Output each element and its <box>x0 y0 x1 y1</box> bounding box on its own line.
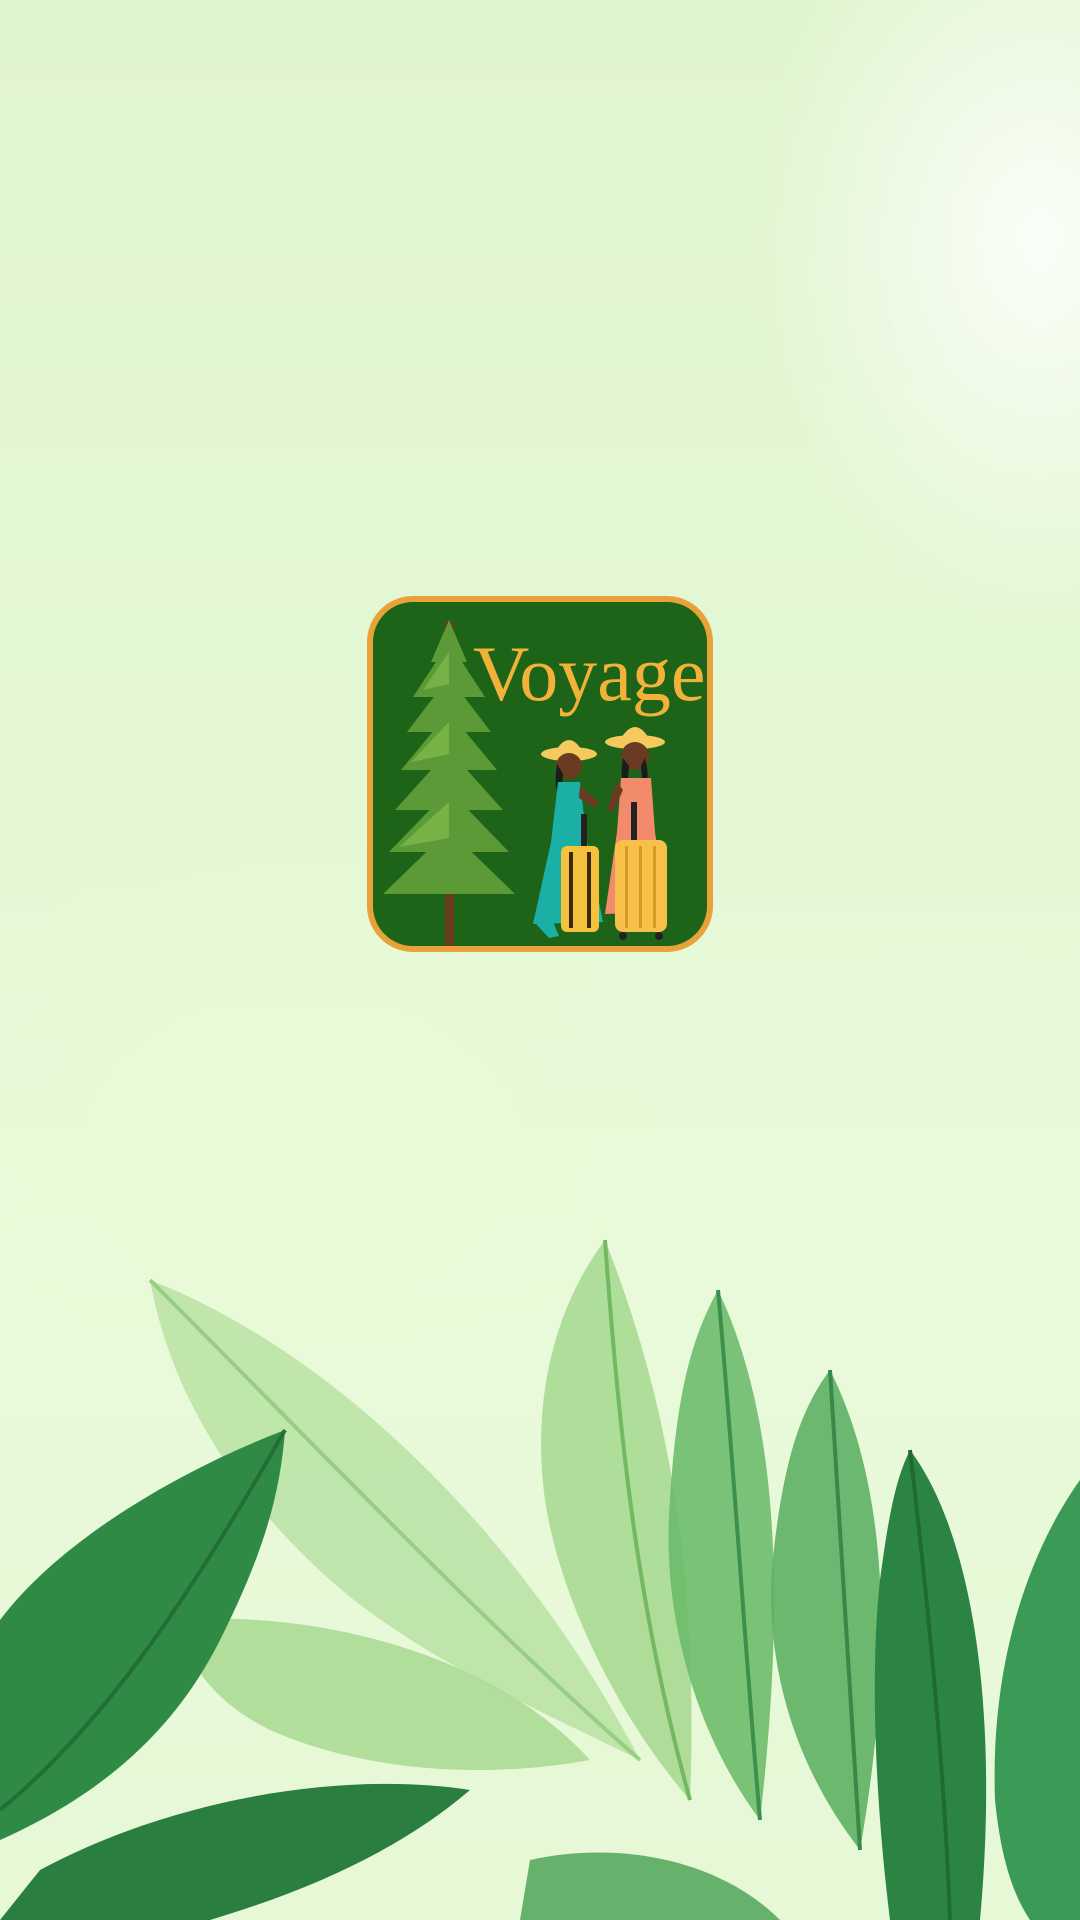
splash-screen: Voyage <box>0 0 1080 1920</box>
leaf-dark-edge <box>994 1480 1080 1920</box>
logo-wordmark: Voyage <box>473 630 706 717</box>
app-logo: Voyage <box>367 596 713 952</box>
leaf-dark-left-bottom <box>0 1783 470 1920</box>
leaf-mid-right <box>771 1370 882 1850</box>
leaf-bottom-mid <box>520 1852 780 1920</box>
voyage-logo-icon: Voyage <box>383 620 706 946</box>
leaves-illustration <box>0 1239 1080 1920</box>
leaf-dark-right <box>874 1450 987 1920</box>
